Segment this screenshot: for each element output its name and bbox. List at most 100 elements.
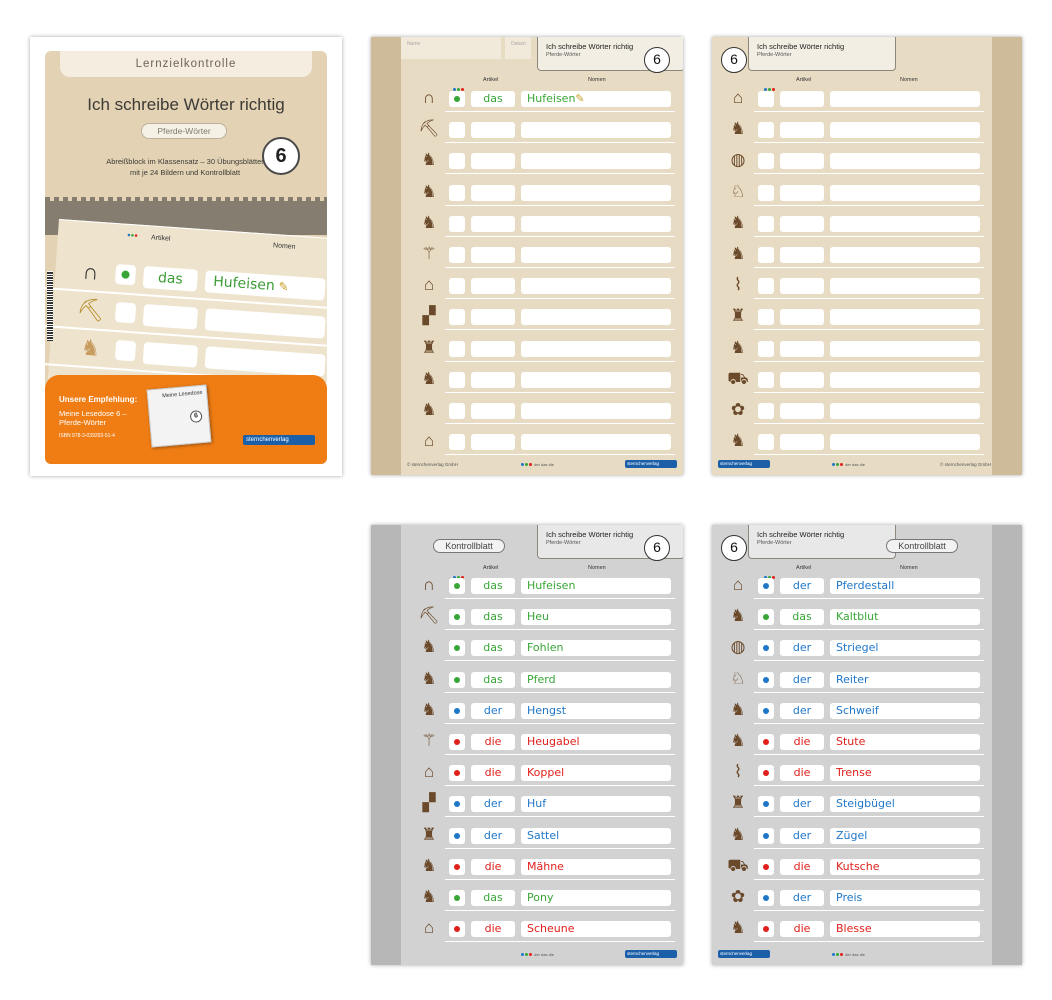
artikel-field[interactable]: die [471, 921, 515, 938]
artikel-field[interactable] [471, 153, 515, 170]
artikel-field[interactable] [780, 371, 824, 388]
color-dot-box[interactable] [758, 796, 774, 813]
artikel-field[interactable]: der [471, 827, 515, 844]
artikel-field[interactable] [780, 122, 824, 139]
color-dot-box[interactable] [758, 278, 774, 295]
color-dot-box[interactable] [449, 734, 465, 750]
color-dot-box[interactable] [758, 371, 774, 388]
artikel-field[interactable] [471, 434, 515, 451]
artikel-field[interactable]: das [471, 609, 515, 626]
color-dot-box[interactable] [758, 858, 774, 875]
artikel-field[interactable]: die [780, 734, 824, 750]
nomen-field[interactable] [830, 122, 980, 139]
artikel-field[interactable] [471, 340, 515, 357]
artikel-field[interactable] [471, 309, 515, 326]
color-dot-box[interactable] [758, 153, 774, 170]
nomen-field[interactable]: Kutsche [830, 858, 980, 875]
nomen-field[interactable] [830, 278, 980, 295]
artikel-field[interactable]: der [780, 671, 824, 688]
nomen-field[interactable]: Trense [830, 765, 980, 782]
color-dot-box[interactable] [449, 309, 465, 326]
artikel-field[interactable] [780, 184, 824, 201]
artikel-field[interactable]: das [471, 671, 515, 688]
color-dot-box[interactable] [758, 702, 774, 719]
nomen-field[interactable] [830, 309, 980, 326]
artikel-field[interactable] [780, 340, 824, 357]
color-dot-box[interactable] [758, 122, 774, 139]
color-dot-box[interactable] [758, 403, 774, 419]
nomen-field[interactable]: Heu [521, 609, 671, 626]
nomen-field[interactable]: Hufeisen [521, 578, 671, 594]
nomen-field[interactable]: Preis [830, 890, 980, 906]
nomen-field[interactable] [830, 247, 980, 263]
color-dot-box[interactable] [449, 671, 465, 688]
nomen-field[interactable] [521, 434, 671, 451]
artikel-field[interactable]: der [780, 796, 824, 813]
artikel-field[interactable]: das [780, 609, 824, 626]
color-dot-box[interactable] [449, 796, 465, 813]
nomen-field[interactable] [830, 371, 980, 388]
nomen-field[interactable]: Pony [521, 890, 671, 906]
color-dot-box[interactable] [758, 765, 774, 782]
artikel-field[interactable] [471, 371, 515, 388]
nomen-field[interactable]: Heugabel [521, 734, 671, 750]
nomen-field[interactable]: Pferdestall [830, 578, 980, 594]
nomen-field[interactable] [521, 122, 671, 139]
nomen-field[interactable] [830, 91, 980, 107]
color-dot-box[interactable] [449, 702, 465, 719]
nomen-field[interactable]: Reiter [830, 671, 980, 688]
color-dot-box[interactable] [758, 91, 774, 107]
artikel-field[interactable] [471, 247, 515, 263]
artikel-field[interactable]: der [780, 702, 824, 719]
artikel-field[interactable]: das [471, 640, 515, 657]
color-dot-box[interactable] [758, 434, 774, 451]
artikel-field[interactable] [780, 403, 824, 419]
nomen-field[interactable]: Huf [521, 796, 671, 813]
artikel-field[interactable]: das [471, 91, 515, 107]
nomen-field[interactable] [521, 215, 671, 232]
color-dot-box[interactable] [758, 578, 774, 594]
color-dot-box[interactable] [758, 827, 774, 844]
artikel-field[interactable]: die [471, 765, 515, 782]
color-dot-box[interactable] [758, 340, 774, 357]
nomen-field[interactable] [830, 215, 980, 232]
nomen-field[interactable] [521, 371, 671, 388]
color-dot-box[interactable] [758, 671, 774, 688]
artikel-field[interactable] [780, 91, 824, 107]
color-dot-box[interactable] [449, 890, 465, 906]
color-dot-box[interactable] [449, 153, 465, 170]
nomen-field[interactable] [830, 340, 980, 357]
color-dot-box[interactable] [449, 371, 465, 388]
artikel-field[interactable] [780, 153, 824, 170]
nomen-field[interactable]: Scheune [521, 921, 671, 938]
artikel-field[interactable]: der [780, 890, 824, 906]
color-dot-box[interactable] [449, 578, 465, 594]
artikel-field[interactable]: die [780, 921, 824, 938]
nomen-field[interactable] [521, 340, 671, 357]
artikel-field[interactable]: das [471, 578, 515, 594]
color-dot-box[interactable] [449, 858, 465, 875]
nomen-field[interactable] [830, 403, 980, 419]
name-field[interactable]: Name [401, 37, 501, 59]
nomen-field[interactable]: Hufeisen✎ [521, 91, 671, 107]
artikel-field[interactable]: das [471, 890, 515, 906]
nomen-field[interactable] [521, 403, 671, 419]
artikel-field[interactable] [780, 309, 824, 326]
date-field[interactable]: Datum [505, 37, 531, 59]
artikel-field[interactable]: die [471, 858, 515, 875]
color-dot-box[interactable] [449, 278, 465, 295]
nomen-field[interactable] [830, 184, 980, 201]
artikel-field[interactable] [780, 278, 824, 295]
color-dot-box[interactable] [449, 184, 465, 201]
color-dot-box[interactable] [449, 765, 465, 782]
artikel-field[interactable]: der [471, 702, 515, 719]
nomen-field[interactable] [521, 247, 671, 263]
artikel-field[interactable] [471, 215, 515, 232]
artikel-field[interactable]: die [780, 858, 824, 875]
nomen-field[interactable]: Hengst [521, 702, 671, 719]
nomen-field[interactable]: Zügel [830, 827, 980, 844]
nomen-field[interactable]: Sattel [521, 827, 671, 844]
artikel-field[interactable] [471, 184, 515, 201]
nomen-field[interactable]: Pferd [521, 671, 671, 688]
nomen-field[interactable]: Schweif [830, 702, 980, 719]
